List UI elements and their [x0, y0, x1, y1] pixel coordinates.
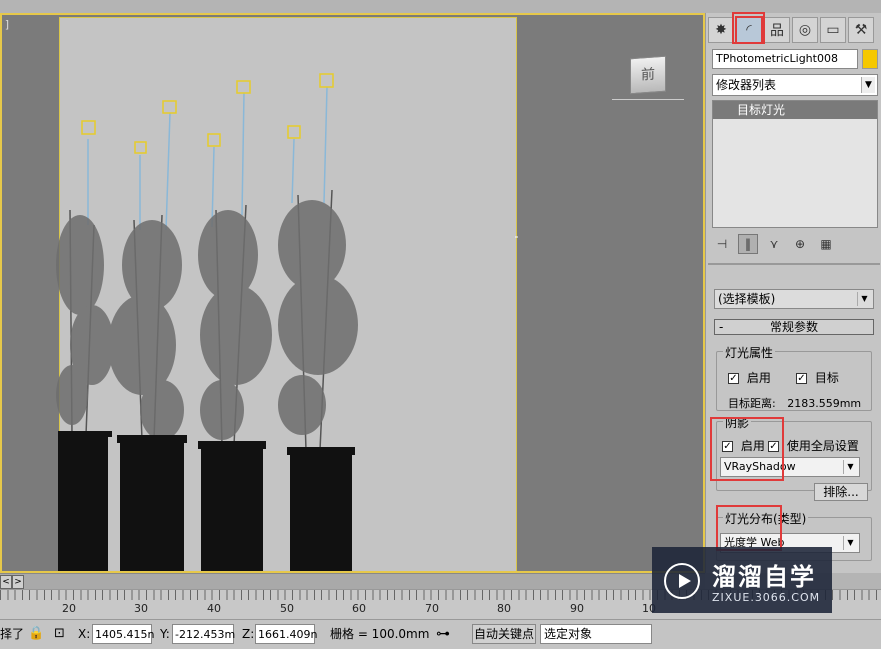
z-label: Z:	[242, 627, 255, 641]
lock-icon[interactable]: 🔒	[28, 624, 44, 644]
modifier-list-label: 修改器列表	[716, 78, 777, 92]
selection-status: 择了	[0, 627, 25, 641]
selection-filter-dropdown[interactable]: 选定对象	[540, 624, 652, 644]
light-on-checkbox[interactable]: ✓	[728, 373, 739, 384]
light-on-row[interactable]: ✓ 启用	[728, 369, 771, 386]
viewcube[interactable]: 前	[630, 55, 666, 95]
general-params-header[interactable]: - 常规参数	[714, 319, 874, 335]
target-label: 目标	[814, 371, 839, 385]
bamboo-foliage	[56, 200, 358, 440]
make-unique-icon[interactable]: ⋎	[764, 234, 784, 254]
light-properties-title: 灯光属性	[723, 344, 776, 361]
remove-modifier-icon[interactable]: ⊕	[790, 234, 810, 254]
key-icon[interactable]: ⊶	[436, 624, 450, 644]
viewcube-ring[interactable]	[612, 99, 684, 102]
target-distance-label: 目标距离:	[728, 397, 776, 410]
time-slider[interactable]: < >	[0, 573, 705, 589]
light-beams	[87, 86, 328, 231]
pin-stack-icon[interactable]: ⊣	[712, 234, 732, 254]
perspective-viewport[interactable]: ] 前	[0, 13, 705, 573]
highlight-distribution	[716, 505, 782, 551]
command-panel: ✸ ◜ 品 ◎ ▭ ⚒ TPhotometricLight008 修改器列表 ▼…	[705, 12, 881, 573]
panel-divider	[708, 263, 880, 265]
hierarchy-tab[interactable]: 品	[764, 17, 790, 43]
auto-key-button[interactable]: 自动关键点	[472, 624, 536, 644]
stack-item-target-light[interactable]: 目标灯光	[713, 101, 877, 119]
stack-toolbar: ⊣ ‖ ⋎ ⊕ ▦	[712, 233, 878, 255]
object-color-swatch[interactable]	[862, 49, 878, 69]
target-distance-value: 2183.559mm	[787, 397, 862, 410]
planters	[58, 431, 355, 571]
highlight-shadow-settings	[710, 417, 784, 481]
ruler-label: 80	[497, 602, 511, 615]
target-checkbox[interactable]: ✓	[796, 373, 807, 384]
ruler-label: 30	[134, 602, 148, 615]
status-bar: 择了 🔒 ⊡ X: 1405.415n Y: -212.453m Z: 1661…	[0, 619, 881, 649]
display-tab[interactable]: ▭	[820, 17, 846, 43]
ruler-label: 70	[425, 602, 439, 615]
absolute-mode-icon[interactable]: ⊡	[54, 624, 65, 644]
watermark-url: ZIXUE.3066.COM	[712, 591, 821, 604]
ruler-label: 40	[207, 602, 221, 615]
y-coordinate-field[interactable]: -212.453m	[172, 624, 235, 644]
modifier-list-dropdown[interactable]: 修改器列表 ▼	[712, 74, 878, 96]
exclude-button[interactable]: 排除...	[814, 483, 868, 501]
target-row[interactable]: ✓ 目标	[796, 369, 839, 386]
play-logo-icon	[664, 563, 700, 599]
z-coordinate-field[interactable]: 1661.409n	[255, 624, 317, 644]
light-on-label: 启用	[746, 371, 771, 385]
watermark-title: 溜溜自学	[712, 563, 816, 591]
general-params-title: 常规参数	[769, 320, 818, 334]
time-slider-next[interactable]: >	[12, 575, 24, 589]
grid-size: 栅格 = 100.0mm	[330, 627, 430, 641]
light-icons	[81, 73, 334, 154]
ruler-label: 50	[280, 602, 294, 615]
utilities-tab[interactable]: ⚒	[848, 17, 874, 43]
x-coordinate-field[interactable]: 1405.415n	[92, 624, 154, 644]
template-label: (选择模板)	[718, 292, 776, 306]
modifier-stack[interactable]: 目标灯光	[712, 100, 878, 228]
target-distance-row: 目标距离: 2183.559mm	[728, 395, 861, 411]
collapse-icon[interactable]: -	[719, 320, 723, 334]
scene-render	[56, 73, 518, 571]
time-slider-prev[interactable]: <	[0, 575, 12, 589]
x-label: X:	[78, 627, 91, 641]
chevron-down-icon[interactable]: ▼	[861, 77, 875, 93]
motion-tab[interactable]: ◎	[792, 17, 818, 43]
ruler-label: 60	[352, 602, 366, 615]
show-end-result-icon[interactable]: ‖	[738, 234, 758, 254]
highlight-modify-tab	[732, 12, 765, 44]
chevron-down-icon[interactable]: ▼	[843, 536, 857, 550]
template-dropdown[interactable]: (选择模板) ▼	[714, 289, 874, 309]
chevron-down-icon[interactable]: ▼	[857, 292, 871, 306]
watermark: 溜溜自学 ZIXUE.3066.COM	[652, 547, 832, 613]
use-global-label: 使用全局设置	[786, 439, 859, 453]
y-label: Y:	[160, 627, 170, 641]
ruler-label: 90	[570, 602, 584, 615]
max-window: ] 前 ✸ ◜ 品 ◎ ▭ ⚒ TPhotometricLight008 修改器…	[0, 0, 881, 649]
chevron-down-icon[interactable]: ▼	[843, 460, 857, 474]
ruler-label: 20	[62, 602, 76, 615]
object-name-field[interactable]: TPhotometricLight008	[712, 49, 858, 69]
configure-modifier-sets-icon[interactable]: ▦	[816, 234, 836, 254]
create-tab[interactable]: ✸	[708, 17, 734, 43]
